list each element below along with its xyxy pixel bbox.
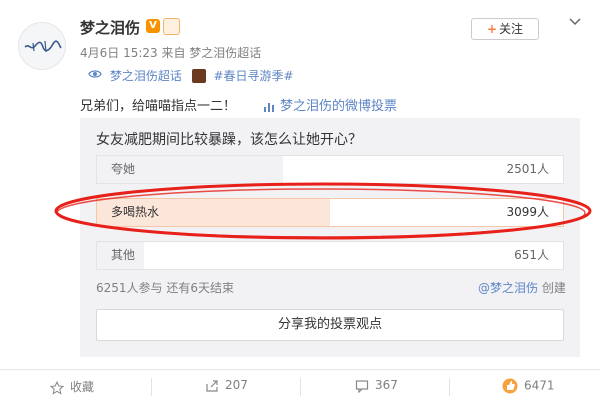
share-vote-button[interactable]: 分享我的投票观点 (96, 309, 564, 341)
poll-option-1[interactable]: 夸她 2501人 (96, 155, 564, 184)
verified-badge: V (146, 19, 160, 33)
poll-chart-icon (264, 102, 274, 112)
favorite-action[interactable]: 收藏 (50, 378, 94, 395)
follow-button[interactable]: + 关注 (471, 18, 539, 40)
favorite-label: 收藏 (70, 380, 95, 394)
like-count: 6471 (524, 378, 555, 393)
action-separator (151, 378, 152, 396)
supertalk-icon (88, 68, 106, 83)
action-separator (300, 378, 301, 396)
poll-question: 女友减肥期间比较暴躁，该怎么让她开心？ (96, 132, 362, 148)
comment-icon (355, 379, 369, 393)
action-separator (449, 378, 450, 396)
chevron-down-icon[interactable] (568, 16, 582, 28)
like-action[interactable]: 6471 (502, 378, 555, 394)
share-arrow-icon (206, 379, 218, 392)
poll-option-count: 2501人 (506, 162, 549, 176)
drink-cup-icon (191, 68, 206, 83)
creator-link[interactable]: @梦之泪伤 (478, 281, 538, 295)
topic-link[interactable]: #春日寻游季# (214, 67, 294, 84)
poll-option-label: 多喝热水 (111, 205, 160, 219)
thumbs-up-icon (502, 378, 518, 394)
username[interactable]: 梦之泪伤 (80, 17, 140, 38)
plus-icon: + (486, 22, 498, 36)
comment-count: 367 (375, 378, 398, 392)
post-content: 兄弟们，给喵喵指点一二！ (80, 99, 237, 114)
vip-badge-icon (163, 18, 180, 35)
poll-stats: 6251人参与 还有6天结束 (96, 281, 234, 295)
poll-option-2[interactable]: 多喝热水 3099人 (96, 198, 564, 227)
avatar-signature-icon (24, 40, 62, 53)
poll-option-count: 3099人 (506, 205, 549, 219)
follow-label: 关注 (499, 22, 524, 36)
post-meta: 4月6日 15:23 来自 梦之泪伤超话 (80, 46, 262, 60)
poll-link-label: 梦之泪伤的微博投票 (280, 99, 398, 114)
star-icon (50, 380, 64, 395)
poll-option-label: 夸她 (111, 162, 136, 176)
comment-action[interactable]: 367 (355, 378, 398, 393)
topic-line: 梦之泪伤超话 #春日寻游季# (88, 67, 294, 84)
repost-action[interactable]: 207 (205, 378, 248, 393)
poll-option-label: 其他 (111, 248, 136, 262)
supertalk-link[interactable]: 梦之泪伤超话 (110, 67, 182, 84)
repost-count: 207 (225, 378, 248, 392)
divider (0, 369, 600, 370)
avatar[interactable] (18, 22, 66, 70)
poll-option-3[interactable]: 其他 651人 (96, 241, 564, 270)
poll-creator: @梦之泪伤 创建 (478, 279, 566, 296)
creator-suffix: 创建 (538, 281, 566, 295)
poll-link[interactable]: 梦之泪伤的微博投票 (263, 95, 397, 114)
poll-option-count: 651人 (514, 248, 549, 262)
